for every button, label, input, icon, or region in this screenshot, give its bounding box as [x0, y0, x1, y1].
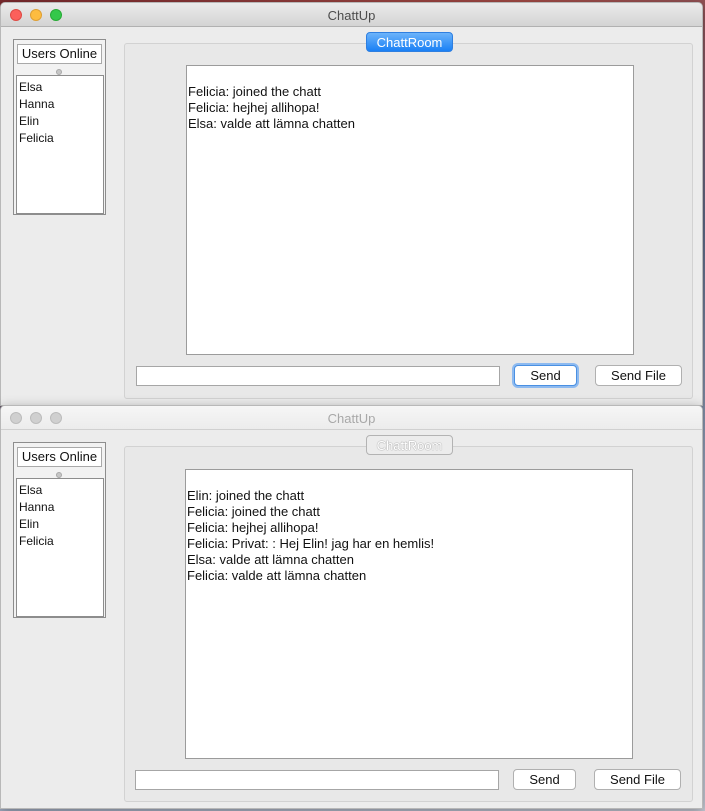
- users-list[interactable]: Elsa Hanna Elin Felicia: [16, 478, 104, 617]
- tab-chattroom[interactable]: ChattRoom: [366, 435, 453, 455]
- chat-message: Elin: joined the chatt: [187, 488, 305, 503]
- users-online-header: Users Online: [17, 447, 102, 467]
- chat-message: Elsa: valde att lämna chatten: [187, 552, 354, 567]
- chat-message: Felicia: joined the chatt: [187, 504, 320, 519]
- chat-window-2: ChattUp Users Online Elsa Hanna Elin Fel…: [0, 405, 703, 809]
- chat-message: Felicia: joined the chatt: [188, 84, 321, 99]
- user-item[interactable]: Felicia: [17, 533, 103, 550]
- user-item[interactable]: Elin: [17, 516, 103, 533]
- user-item[interactable]: Elin: [17, 113, 103, 130]
- tab-chattroom[interactable]: ChattRoom: [366, 32, 453, 52]
- title-bar[interactable]: ChattUp: [1, 406, 702, 430]
- chat-messages-area[interactable]: Elin: joined the chatt Felicia: joined t…: [185, 469, 633, 759]
- user-item[interactable]: Felicia: [17, 130, 103, 147]
- message-input[interactable]: [135, 770, 499, 790]
- chat-messages-area[interactable]: Felicia: joined the chatt Felicia: hejhe…: [186, 65, 634, 355]
- chat-message: Elsa: valde att lämna chatten: [188, 116, 355, 131]
- title-bar[interactable]: ChattUp: [1, 3, 702, 27]
- users-online-header: Users Online: [17, 44, 102, 64]
- chat-message: Felicia: valde att lämna chatten: [187, 568, 367, 583]
- users-online-panel: Users Online Elsa Hanna Elin Felicia: [13, 442, 106, 618]
- users-online-panel: Users Online Elsa Hanna Elin Felicia: [13, 39, 106, 215]
- chat-message: Felicia: hejhej allihopa!: [188, 100, 320, 115]
- send-button[interactable]: Send: [513, 769, 576, 790]
- message-input[interactable]: [136, 366, 500, 386]
- send-file-button[interactable]: Send File: [594, 769, 681, 790]
- user-item[interactable]: Elsa: [17, 482, 103, 499]
- chat-message: Felicia: hejhej allihopa!: [187, 520, 319, 535]
- users-list[interactable]: Elsa Hanna Elin Felicia: [16, 75, 104, 214]
- user-item[interactable]: Hanna: [17, 96, 103, 113]
- window-title: ChattUp: [327, 411, 376, 426]
- send-file-button[interactable]: Send File: [595, 365, 682, 386]
- user-item[interactable]: Elsa: [17, 79, 103, 96]
- chat-window-1: ChattUp Users Online Elsa Hanna Elin Fel…: [0, 2, 703, 406]
- chat-message: Felicia: Privat: : Hej Elin! jag har en …: [187, 536, 435, 551]
- user-item[interactable]: Hanna: [17, 499, 103, 516]
- send-button[interactable]: Send: [514, 365, 577, 386]
- window-title: ChattUp: [327, 8, 376, 23]
